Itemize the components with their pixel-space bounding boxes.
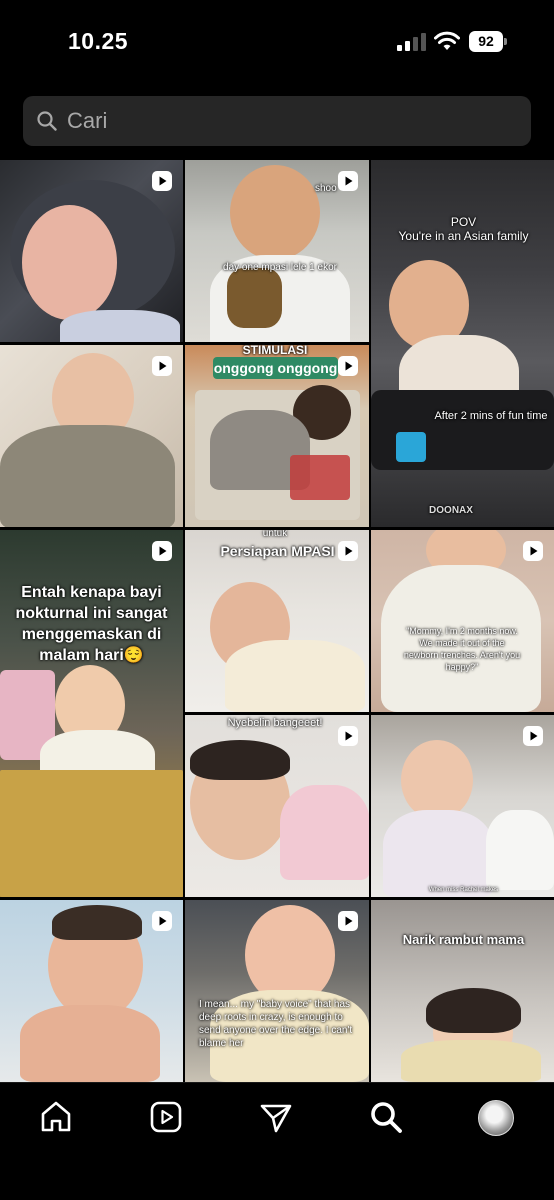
post-3-brand: DOONAX bbox=[429, 505, 473, 516]
post-5-banner-1: STIMULASI bbox=[242, 345, 308, 357]
post-2-caption: day one mpasi lele 1 ekor bbox=[223, 262, 337, 273]
post-2-corner-text: shoo bbox=[315, 183, 337, 194]
search-bar[interactable] bbox=[23, 96, 531, 146]
battery-icon: 92 bbox=[469, 31, 507, 52]
cellular-signal-icon bbox=[397, 33, 427, 51]
post-7-top-text: untuk bbox=[262, 530, 288, 539]
reels-icon bbox=[338, 726, 358, 746]
reels-icon bbox=[338, 911, 358, 931]
explore-grid: shoo day one mpasi lele 1 ekor POV You'r… bbox=[0, 160, 554, 1082]
explore-post-11[interactable] bbox=[0, 900, 183, 1082]
reels-icon bbox=[523, 541, 543, 561]
status-time: 10.25 bbox=[68, 28, 129, 54]
reels-icon bbox=[150, 1101, 182, 1133]
reels-icon bbox=[338, 541, 358, 561]
post-8-caption: "Mommy, I'm 2 months now. We made it out… bbox=[403, 626, 521, 672]
post-9-caption: Nyebelin bangeeet! bbox=[227, 717, 323, 729]
battery-level: 92 bbox=[469, 31, 503, 52]
home-icon bbox=[41, 1101, 71, 1132]
explore-post-12[interactable]: I mean... my "baby voice" that has deep … bbox=[185, 900, 369, 1082]
post-3-caption-2: After 2 mins of fun time bbox=[434, 410, 548, 422]
send-icon bbox=[260, 1104, 292, 1133]
explore-post-10[interactable]: When miss Rachel makes bbox=[371, 715, 554, 897]
search-icon bbox=[371, 1102, 402, 1133]
nav-reels[interactable] bbox=[148, 1099, 188, 1139]
reels-icon bbox=[338, 171, 358, 191]
nav-search[interactable] bbox=[368, 1099, 408, 1139]
profile-avatar[interactable] bbox=[478, 1100, 514, 1136]
post-3-caption: POV You're in an Asian family bbox=[398, 215, 529, 243]
explore-post-9[interactable]: Nyebelin bangeeet! bbox=[185, 715, 369, 897]
wifi-icon bbox=[434, 31, 460, 50]
explore-post-6[interactable]: Entah kenapa bayi nokturnal ini sangat m… bbox=[0, 530, 183, 897]
reels-icon bbox=[523, 726, 543, 746]
explore-post-3[interactable]: POV You're in an Asian family After 2 mi… bbox=[371, 160, 554, 527]
explore-post-2[interactable]: shoo day one mpasi lele 1 ekor bbox=[185, 160, 369, 342]
explore-post-1[interactable] bbox=[0, 160, 183, 342]
search-input[interactable] bbox=[67, 96, 507, 146]
post-7-caption: Persiapan MPASI bbox=[220, 543, 335, 559]
reels-icon bbox=[152, 541, 172, 561]
explore-post-7[interactable]: untuk Persiapan MPASI bbox=[185, 530, 369, 712]
post-13-caption: Narik rambut mama bbox=[402, 932, 525, 947]
reels-icon bbox=[152, 171, 172, 191]
explore-post-5[interactable]: STIMULASI onggong onggong bbox=[185, 345, 369, 527]
post-6-caption: Entah kenapa bayi nokturnal ini sangat m… bbox=[15, 584, 168, 664]
nav-messages[interactable] bbox=[258, 1099, 298, 1139]
explore-post-8[interactable]: "Mommy, I'm 2 months now. We made it out… bbox=[371, 530, 554, 712]
reels-icon bbox=[338, 356, 358, 376]
post-10-caption: When miss Rachel makes bbox=[428, 887, 499, 893]
explore-post-4[interactable] bbox=[0, 345, 183, 527]
bottom-navigation bbox=[0, 1082, 554, 1200]
post-5-banner-2: onggong onggong bbox=[213, 357, 338, 379]
explore-post-13[interactable]: Narik rambut mama bbox=[371, 900, 554, 1082]
reels-icon bbox=[152, 911, 172, 931]
nav-home[interactable] bbox=[38, 1099, 78, 1139]
search-icon bbox=[37, 111, 57, 131]
reels-icon bbox=[152, 356, 172, 376]
status-bar: 10.25 92 bbox=[0, 0, 554, 84]
post-12-caption: I mean... my "baby voice" that has deep … bbox=[199, 999, 353, 1049]
